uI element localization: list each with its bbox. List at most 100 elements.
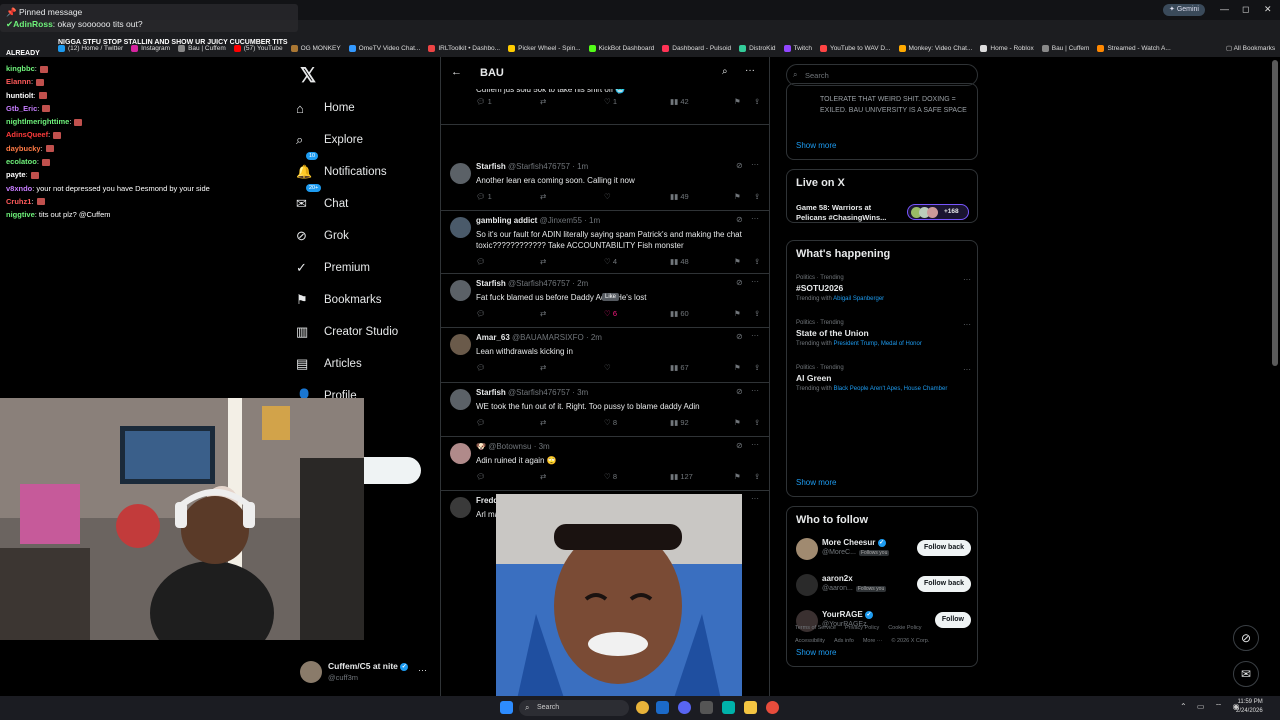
trend-item[interactable]: Politics · Trending #SOTU2026 Trending wit… (796, 275, 971, 303)
tweet-more-icon[interactable]: ··· (751, 160, 759, 169)
tweet-author[interactable]: Starfish (476, 162, 506, 171)
footer-link[interactable]: Terms of Service (795, 625, 836, 631)
trend-item[interactable]: Politics · Trending Al Green Trending with… (796, 365, 971, 393)
bookmark-icon[interactable]: ⚑ (734, 257, 741, 266)
app-icon[interactable] (722, 701, 735, 714)
bookmark-item[interactable]: (57) YouTube (233, 45, 283, 52)
share-icon[interactable]: ⇪ (754, 309, 760, 318)
tweet[interactable]: Starfish @Starfish476757 · 3m ⊘ ··· WE took… (441, 383, 769, 437)
back-arrow-icon[interactable]: ← (451, 66, 462, 78)
live-event-title[interactable]: Game 58: Warriors at Pelicans #ChasingWi… (796, 203, 901, 223)
follow-button[interactable]: Follow back (916, 576, 971, 592)
chat-username[interactable]: kingbbc (6, 64, 35, 73)
tweet[interactable]: Amar_63 @BAUAMARSIXFO · 2m ⊘ ··· Lean withd… (441, 328, 769, 383)
repost-icon[interactable]: ⇄ (540, 418, 546, 427)
tweet-avatar[interactable] (450, 163, 471, 184)
tweet-author[interactable]: Amar_63 (476, 333, 510, 342)
footer-link[interactable]: © 2026 X Corp. (891, 638, 929, 644)
tweet-author[interactable]: gambling addict (476, 216, 537, 225)
grok-icon[interactable]: ⊘ (736, 387, 743, 396)
chrome-icon[interactable] (636, 701, 649, 714)
tweet-handle[interactable]: @BAUAMARSIXFO (512, 333, 584, 342)
share-icon[interactable]: ⇪ (754, 257, 760, 266)
tweet-time[interactable]: · 1m (572, 162, 588, 171)
tweet-handle[interactable]: @Starfish476757 (508, 162, 570, 171)
tweet-handle[interactable]: @Starfish476757 (508, 388, 570, 397)
footer-link[interactable]: Ads info (834, 638, 854, 644)
tweet-more-icon[interactable]: ··· (751, 214, 759, 223)
views-button[interactable]: ▮▮ 92 (670, 418, 689, 427)
grok-icon[interactable]: ⊘ (736, 332, 743, 341)
bookmark-item[interactable]: KickBot Dashboard (588, 45, 654, 52)
clock[interactable]: 11:59 PM 2/24/2026 (1236, 698, 1263, 716)
nav-item-premium[interactable]: ✓ Premium (296, 252, 436, 284)
bookmark-item[interactable]: OG MONKEY (290, 45, 341, 52)
bookmark-item[interactable]: Picker Wheel - Spin... (508, 45, 581, 52)
tweet-time[interactable]: · 3m (572, 388, 588, 397)
show-more-link[interactable]: Show more (796, 478, 836, 487)
bookmark-icon[interactable]: ⚑ (734, 192, 741, 201)
reply-button[interactable]: 💬︎ (476, 363, 486, 372)
share-icon[interactable]: ⇪ (754, 97, 760, 106)
tweet-handle[interactable]: @Botownsu (488, 442, 531, 451)
reply-button[interactable]: 💬︎ 1 (476, 97, 492, 106)
bookmark-icon[interactable]: ⚑ (734, 309, 741, 318)
grok-icon[interactable]: ⊘ (736, 161, 743, 170)
bookmark-item[interactable]: Instagram (131, 45, 170, 52)
grok-icon[interactable]: ⊘ (736, 215, 743, 224)
like-button[interactable]: ♡ 8 (604, 418, 617, 427)
tweet-author[interactable]: Starfish (476, 279, 506, 288)
like-button[interactable]: ♡ (604, 363, 611, 372)
x-logo-icon[interactable]: 𝕏 (300, 60, 436, 92)
search-icon[interactable]: ⌕ (722, 66, 728, 77)
nav-item-bookmarks[interactable]: ⚑ Bookmarks (296, 284, 436, 316)
share-icon[interactable]: ⇪ (754, 472, 760, 481)
trend-more-icon[interactable]: ··· (963, 365, 971, 374)
repost-icon[interactable]: ⇄ (540, 192, 546, 201)
messages-fab-icon[interactable]: ✉ (1233, 661, 1259, 687)
tweet-avatar[interactable] (450, 334, 471, 355)
like-button[interactable]: ♡ 4 (604, 257, 617, 266)
bookmark-item[interactable]: DistroKid (739, 45, 776, 52)
chat-username[interactable]: huntiolt (6, 91, 34, 100)
bookmark-item[interactable]: Monkey: Video Chat... (898, 45, 972, 52)
tweet-time[interactable]: · 2m (586, 333, 602, 342)
tweet-avatar[interactable] (450, 389, 471, 410)
views-button[interactable]: ▮▮ 42 (670, 97, 689, 106)
follow-avatar[interactable] (796, 574, 818, 596)
bookmark-item[interactable]: Home - Roblox (980, 45, 1034, 52)
like-button[interactable]: ♡ 8 (604, 472, 617, 481)
reply-button[interactable]: 💬︎ (476, 418, 486, 427)
minimize-icon[interactable]: — (1220, 4, 1229, 14)
bookmark-item[interactable]: Dashboard - Pulsoid (662, 45, 731, 52)
nav-item-explore[interactable]: ⌕ Explore (296, 124, 436, 156)
system-tray[interactable]: ⌃ ▭ ⌔ ◉ (1180, 702, 1243, 712)
tweet-avatar[interactable] (450, 443, 471, 464)
tweet-avatar[interactable] (450, 217, 471, 238)
footer-link[interactable]: Privacy Policy (845, 625, 879, 631)
discord-icon[interactable] (678, 701, 691, 714)
trend-item[interactable]: Politics · Trending State of the Union Tre… (796, 320, 971, 348)
folder-icon[interactable] (744, 701, 757, 714)
reply-button[interactable]: 💬︎ (476, 472, 486, 481)
grok-icon[interactable]: ⊘ (736, 278, 743, 287)
steam-icon[interactable] (656, 701, 669, 714)
bookmark-icon[interactable]: ⚑ (734, 472, 741, 481)
tweet[interactable]: Starfish @Starfish476757 · 2m ⊘ ··· Fat fuc… (441, 274, 769, 328)
bookmark-item[interactable]: Bau | Cuffem (178, 45, 226, 52)
nav-item-creator-studio[interactable]: ▥ Creator Studio (296, 316, 436, 348)
scrollbar[interactable] (1272, 60, 1278, 366)
like-button[interactable]: ♡ 6 (604, 309, 617, 318)
grok-icon[interactable]: ⊘ (736, 441, 743, 450)
nav-item-articles[interactable]: ▤ Articles (296, 348, 436, 380)
all-bookmarks[interactable]: ▢ All Bookmarks (1226, 44, 1275, 52)
reply-button[interactable]: 💬︎ 1 (476, 192, 492, 201)
tweet[interactable]: gambling addict @Jinxem55 · 1m ⊘ ··· So it'… (441, 211, 769, 274)
tweet[interactable]: 🐶 @Botownsu · 3m ⊘ ··· Adin ruined it again… (441, 437, 769, 491)
tweet-avatar[interactable] (450, 497, 471, 518)
more-icon[interactable]: ··· (418, 665, 427, 675)
views-button[interactable]: ▮▮ 49 (670, 192, 689, 201)
tweet-more-icon[interactable]: ··· (751, 331, 759, 340)
tweet-author[interactable]: Starfish (476, 388, 506, 397)
views-button[interactable]: ▮▮ 48 (670, 257, 689, 266)
